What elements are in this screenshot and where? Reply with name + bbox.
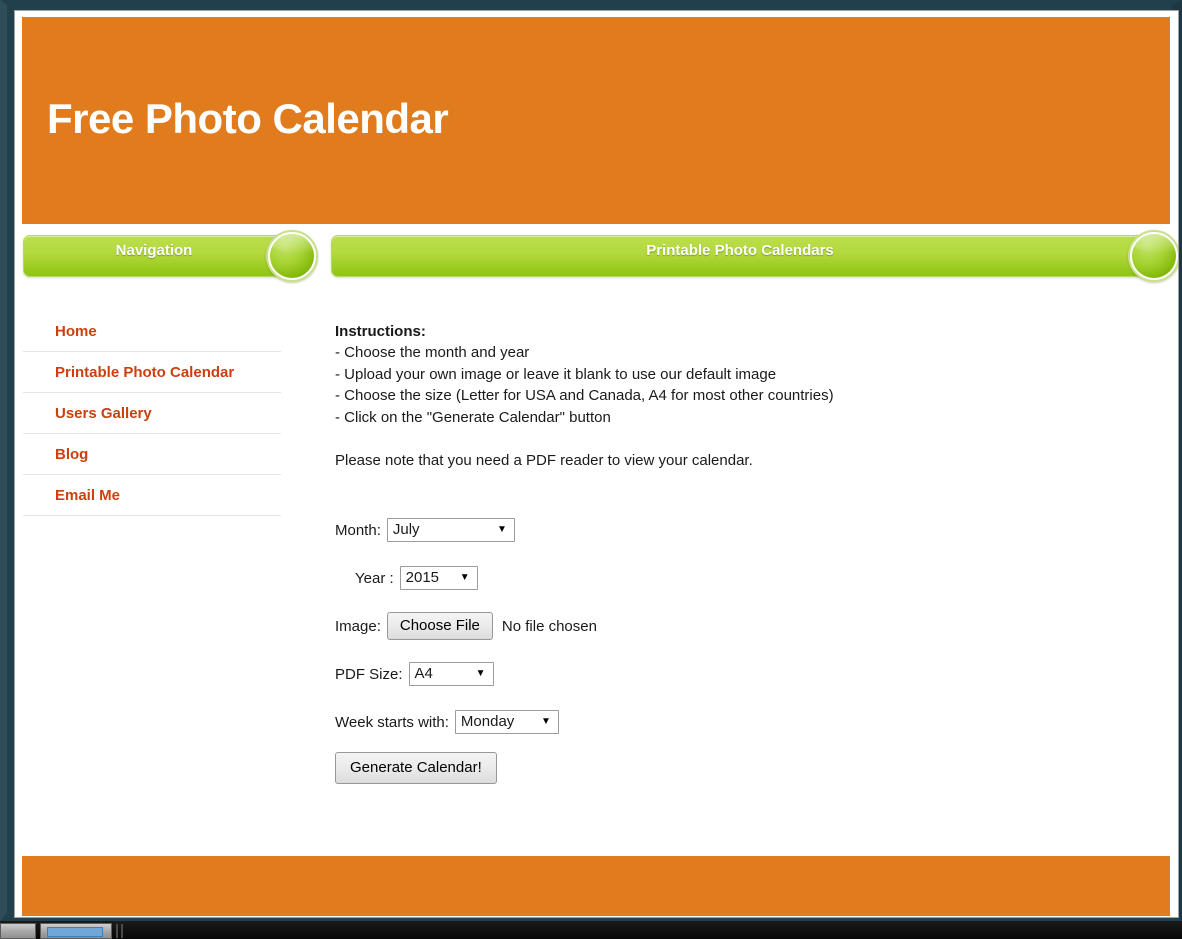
year-select[interactable]: 2015 ▼ <box>399 566 478 590</box>
pdf-size-select-value: A4 <box>414 665 433 682</box>
sidebar-item-label: Home <box>55 323 97 340</box>
year-select-value: 2015 <box>405 569 440 586</box>
week-start-select-value: Monday <box>460 713 515 730</box>
month-select[interactable]: July ▼ <box>386 518 515 542</box>
instructions-heading: Instructions: <box>335 323 426 340</box>
content-bar-label: Printable Photo Calendars <box>646 242 834 259</box>
chevron-down-icon: ▼ <box>496 524 507 535</box>
green-orb-icon <box>266 230 318 282</box>
main-content: Instructions: - Choose the month and yea… <box>335 321 1170 804</box>
taskbar-button[interactable] <box>0 923 36 939</box>
week-start-row: Week starts with: Monday ▼ <box>335 698 1170 746</box>
sidebar-item-label: Email Me <box>55 487 121 504</box>
month-label: Month: <box>335 521 381 539</box>
browser-window-frame: Free Photo Calendar Navigation Printable… <box>0 0 1182 921</box>
year-row: Year : 2015 ▼ <box>335 554 1170 602</box>
month-select-value: July <box>392 521 420 538</box>
site-title: Free Photo Calendar <box>47 95 449 142</box>
os-taskbar <box>0 921 1182 939</box>
month-row: Month: July ▼ <box>335 506 1170 554</box>
chevron-down-icon: ▼ <box>475 668 486 679</box>
calendar-generator-form: Month: July ▼ Year : 2015 ▼ Image: Choos… <box>335 506 1170 804</box>
green-orb-ball <box>270 234 314 278</box>
week-start-label: Week starts with: <box>335 713 449 731</box>
sidebar-navigation: Home Printable Photo Calendar Users Gall… <box>23 311 311 516</box>
pdf-size-label: PDF Size: <box>335 665 403 683</box>
week-start-select[interactable]: Monday ▼ <box>454 710 559 734</box>
sidebar-item-email-me[interactable]: Email Me <box>23 475 281 516</box>
navigation-bar-label: Navigation <box>115 242 193 259</box>
file-status-text: No file chosen <box>501 617 597 635</box>
browser-viewport: Free Photo Calendar Navigation Printable… <box>0 0 1182 939</box>
sidebar-item-label: Blog <box>55 446 89 463</box>
green-orb-highlight <box>270 234 314 254</box>
chevron-down-icon: ▼ <box>459 572 470 583</box>
site-banner: Free Photo Calendar <box>22 17 1170 224</box>
sidebar-item-users-gallery[interactable]: Users Gallery <box>23 393 281 434</box>
image-label: Image: <box>335 617 381 635</box>
browser-content-area: Free Photo Calendar Navigation Printable… <box>14 10 1179 918</box>
sidebar-item-printable-photo-calendar[interactable]: Printable Photo Calendar <box>23 352 281 393</box>
instruction-line: - Choose the month and year <box>335 344 530 361</box>
taskbar-button-thumbnail <box>47 927 103 937</box>
green-orb-highlight <box>1132 234 1176 254</box>
navigation-header-bar: Navigation <box>23 230 319 286</box>
sidebar-item-label: Printable Photo Calendar <box>55 364 235 381</box>
sidebar-item-label: Users Gallery <box>55 405 152 422</box>
site-footer <box>22 856 1170 916</box>
instruction-line: - Choose the size (Letter for USA and Ca… <box>335 387 834 404</box>
instruction-line: - Upload your own image or leave it blan… <box>335 365 777 383</box>
pdf-size-select[interactable]: A4 ▼ <box>408 662 494 686</box>
taskbar-divider <box>116 924 118 938</box>
generate-calendar-button[interactable]: Generate Calendar! <box>335 752 497 784</box>
taskbar-button-active[interactable] <box>40 923 112 939</box>
instruction-line: - Click on the "Generate Calendar" butto… <box>335 408 611 426</box>
pdf-size-row: PDF Size: A4 ▼ <box>335 650 1170 698</box>
taskbar-divider <box>121 924 123 938</box>
choose-file-button[interactable]: Choose File <box>386 612 493 640</box>
pdf-reader-note: Please note that you need a PDF reader t… <box>335 452 753 469</box>
year-label: Year : <box>355 569 394 587</box>
green-orb-ball <box>1132 234 1176 278</box>
sidebar-item-home[interactable]: Home <box>23 311 281 352</box>
chevron-down-icon: ▼ <box>541 716 551 727</box>
image-row: Image: Choose File No file chosen <box>335 602 1170 650</box>
green-orb-icon <box>1128 230 1178 282</box>
submit-row: Generate Calendar! <box>335 746 1170 804</box>
content-header-bar: Printable Photo Calendars <box>331 230 1178 286</box>
sidebar-item-blog[interactable]: Blog <box>23 434 281 475</box>
web-page: Free Photo Calendar Navigation Printable… <box>15 11 1178 917</box>
